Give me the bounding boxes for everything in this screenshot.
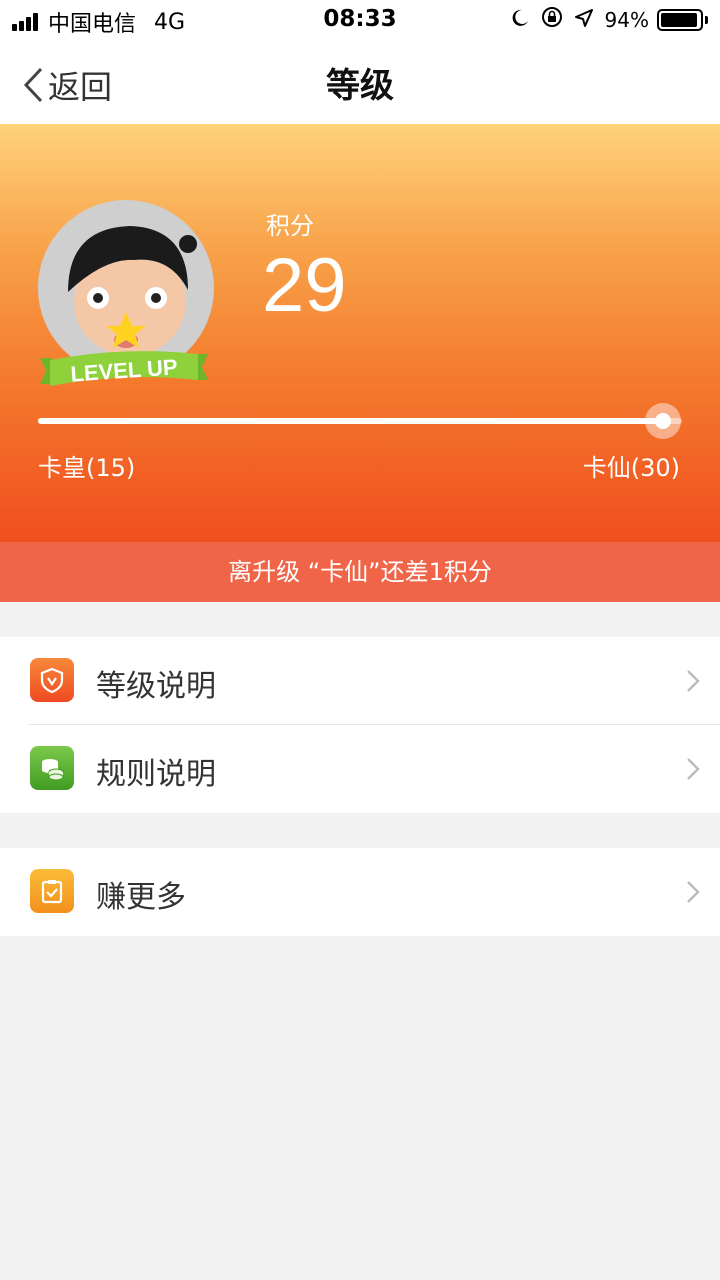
menu-label: 规则说明	[96, 757, 216, 792]
moon-icon	[511, 8, 529, 32]
menu-label: 等级说明	[96, 669, 216, 704]
clipboard-icon	[30, 869, 74, 913]
current-level-label: 卡皇(15)	[38, 454, 136, 482]
status-right: 94%	[499, 6, 708, 33]
upgrade-notice: 离升级 “卡仙”还差1积分	[0, 542, 720, 602]
page-title: 等级	[326, 66, 394, 106]
orientation-lock-icon	[541, 6, 563, 33]
battery-icon	[657, 8, 708, 31]
coins-icon	[30, 746, 74, 790]
chevron-right-icon	[687, 670, 700, 692]
location-icon	[574, 8, 593, 32]
progress-knob	[644, 403, 681, 439]
avatar-badge: LEVEL UP	[38, 200, 216, 400]
level-up-ribbon: LEVEL UP	[40, 351, 208, 387]
level-progress-bar	[38, 403, 682, 439]
nav-bar: 返回 等级	[0, 40, 720, 124]
menu-group-2: 赚更多	[0, 848, 720, 936]
menu-item-earn-more[interactable]: 赚更多	[0, 848, 720, 936]
level-header: LEVEL UP 积分 29 卡皇(15) 卡仙(30)	[0, 124, 720, 542]
battery-percent: 94%	[604, 7, 649, 32]
menu-item-level-info[interactable]: 等级说明	[0, 637, 720, 725]
menu-label: 赚更多	[96, 880, 186, 915]
chevron-right-icon	[687, 881, 700, 903]
menu-group-1: 等级说明 规则说明	[0, 637, 720, 813]
next-level-label: 卡仙(30)	[582, 454, 680, 482]
score-label: 积分	[266, 212, 314, 240]
shield-icon	[30, 658, 74, 702]
chevron-right-icon	[687, 758, 700, 780]
status-bar: 中国电信 4G 08:33 94%	[0, 0, 720, 40]
score-value: 29	[262, 243, 347, 328]
menu-item-rules[interactable]: 规则说明	[0, 725, 720, 813]
progress-fill	[38, 418, 663, 424]
